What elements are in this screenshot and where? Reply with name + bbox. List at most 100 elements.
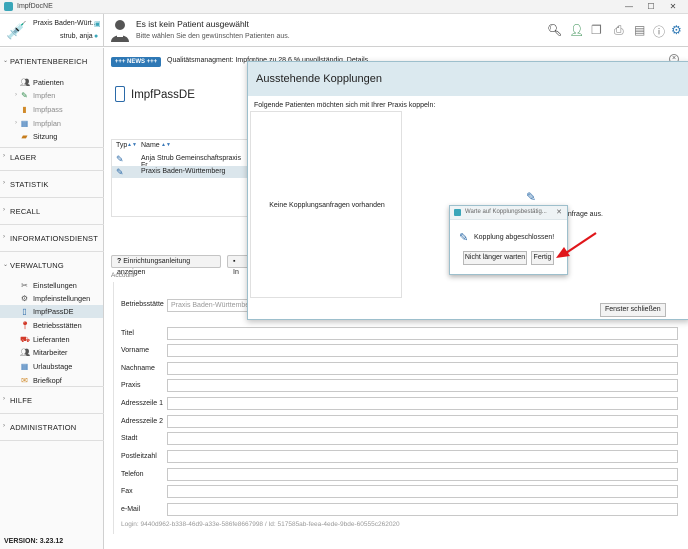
titel-field[interactable] <box>167 327 678 340</box>
sidebar-item-label: Urlaubstage <box>33 362 73 371</box>
stadt-field[interactable] <box>167 432 678 445</box>
patient-subtitle: Bitte wählen Sie den gewünschten Patient… <box>136 33 290 40</box>
sidebar-item-impfpassde[interactable]: ▯ ImpfPassDE <box>0 305 103 318</box>
help-icon: ? <box>117 258 122 265</box>
done-button[interactable]: Fertig <box>531 251 554 265</box>
sidebar-item-lieferanten[interactable]: ⛟ Lieferanten <box>20 333 104 346</box>
maximize-icon[interactable]: ☐ <box>640 0 662 14</box>
adresszeile2-field[interactable] <box>167 415 678 428</box>
sidebar-item-urlaubstage[interactable]: ▦ Urlaubstage <box>20 360 104 373</box>
sidebar-item-mitarbeiter[interactable]: 👥︎ Mitarbeiter <box>20 346 104 359</box>
sort-icon[interactable]: ▲▼ <box>161 142 171 148</box>
fax-field[interactable] <box>167 485 678 498</box>
sidebar-item-impfeinstellungen[interactable]: ⚙ Impfeinstellungen <box>20 292 104 305</box>
dialog-title: Ausstehende Kopplungen <box>256 73 382 85</box>
sidebar-item-label: Sitzung <box>33 132 58 141</box>
vorname-label: Vorname <box>121 347 150 354</box>
sidebar-item-label: Impfeinstellungen <box>33 294 91 303</box>
dialog-subtitle: Folgende Patienten möchten sich mit Ihre… <box>254 102 436 109</box>
pairing-message: Kopplung abgeschlossen! <box>474 234 555 241</box>
copy-icon[interactable]: ❐ <box>591 23 602 37</box>
sidebar-item-sitzung[interactable]: ▰ Sitzung <box>20 130 104 143</box>
fax-label: Fax <box>121 488 133 495</box>
section-recall[interactable]: › RECALL <box>0 198 104 225</box>
stop-waiting-button[interactable]: Nicht länger warten <box>463 251 527 265</box>
close-icon[interactable]: ✕ <box>556 208 562 216</box>
nachname-field[interactable] <box>167 362 678 375</box>
praxis-selector[interactable]: 💉 Praxis Baden-Würt... ▣ strub, anja ● <box>0 14 104 47</box>
column-header-name[interactable]: Name <box>141 142 160 149</box>
row-label: Praxis Baden-Württemberg <box>141 168 226 175</box>
table-row[interactable]: ✎ Praxis Baden-Württemberg <box>112 166 250 178</box>
sidebar-item-label: Impfplan <box>33 119 61 128</box>
table-row[interactable]: ✎ Anja Strub Gemeinschaftspraxis Fr... <box>112 153 250 169</box>
mini-dialog-header: Warte auf Kopplungsbestätig... ✕ <box>450 206 567 220</box>
vorname-field[interactable] <box>167 344 678 357</box>
news-badge: +++ NEWS +++ <box>111 57 161 67</box>
account-label: Account <box>111 272 135 279</box>
chevron-down-icon: ⌄ <box>3 58 9 64</box>
sidebar-item-impfen[interactable]: ✎ Impfen <box>20 89 104 102</box>
chevron-right-icon: › <box>3 423 5 429</box>
section-label: RECALL <box>10 207 41 216</box>
sidebar-item-label: Betriebsstätten <box>33 321 82 330</box>
calendar-icon: ▦ <box>20 362 29 371</box>
sidebar: ⌄ PATIENTENBEREICH 👥︎ Patienten › ✎ Impf… <box>0 48 104 549</box>
chevron-right-icon[interactable]: › <box>15 120 17 126</box>
praxis-label: Praxis <box>121 382 141 389</box>
secondary-button[interactable]: ▪ In <box>227 255 249 276</box>
vaccine-icon: ✎ <box>21 91 28 100</box>
column-header-typ[interactable]: Typ <box>116 142 127 149</box>
app-icon <box>454 209 461 216</box>
section-administration[interactable]: › ADMINISTRATION <box>0 414 104 441</box>
section-statistik[interactable]: › STATISTIK <box>0 171 104 198</box>
sidebar-item-impfpass[interactable]: ▮ Impfpass <box>20 103 104 116</box>
location-pin-icon: 📍︎ <box>20 321 31 330</box>
sidebar-item-label: Patienten <box>33 78 64 87</box>
sort-icon[interactable]: ▲▼ <box>127 142 137 148</box>
chevron-right-icon: › <box>3 396 5 402</box>
telefon-field[interactable] <box>167 468 678 481</box>
section-hilfe[interactable]: › HILFE <box>0 387 104 414</box>
sidebar-item-briefkopf[interactable]: ✉ Briefkopf <box>20 374 104 387</box>
pairing-request-list[interactable]: Keine Kopplungsanfragen vorhanden <box>250 111 402 298</box>
close-dialog-button[interactable]: Fenster schließen <box>600 303 666 317</box>
sidebar-item-betriebsstaetten[interactable]: 📍︎ Betriebsstätten <box>20 319 104 332</box>
sidebar-item-label: Einstellungen <box>33 281 77 290</box>
syringe-icon: 💉 <box>6 21 28 40</box>
sidebar-item-patienten[interactable]: 👥︎ Patienten <box>20 76 104 89</box>
sidebar-item-label: Mitarbeiter <box>33 348 68 357</box>
chevron-right-icon[interactable]: › <box>15 92 17 98</box>
chevron-right-icon: › <box>3 153 5 159</box>
minimize-icon[interactable]: — <box>618 0 640 14</box>
passbook-icon: ▮ <box>22 105 27 114</box>
building-icon: ▣ <box>94 21 101 28</box>
pending-pairings-dialog: Ausstehende Kopplungen Folgende Patiente… <box>247 61 688 320</box>
postleitzahl-field[interactable] <box>167 450 678 463</box>
stadt-label: Stadt <box>121 435 138 442</box>
sidebar-item-impfplan[interactable]: ▦ Impfplan <box>20 117 104 130</box>
betriebsstaette-select[interactable]: Praxis Baden-Württemberg <box>167 299 249 312</box>
syringe-icon: ✎ <box>526 190 537 204</box>
section-label: ADMINISTRATION <box>10 423 77 432</box>
document-icon[interactable]: ▤ <box>634 23 645 37</box>
sidebar-item-einstellungen[interactable]: ✂ Einstellungen <box>20 279 104 292</box>
print-icon[interactable]: ⎙ <box>614 23 624 38</box>
email-field[interactable] <box>167 503 678 516</box>
praxis-field[interactable] <box>167 379 678 392</box>
search-icon[interactable]: 🔍︎ <box>547 23 562 37</box>
anleitung-button[interactable]: ? Einrichtungsanleitung anzeigen <box>111 255 221 276</box>
info-icon[interactable]: ⓘ <box>653 23 665 40</box>
titel-label: Titel <box>121 330 134 337</box>
adresszeile1-field[interactable] <box>167 397 678 410</box>
patient-title: Es ist kein Patient ausgewählt <box>136 19 249 29</box>
close-window-icon[interactable]: ✕ <box>662 0 684 14</box>
chevron-down-icon: ⌄ <box>3 262 9 268</box>
section-lager[interactable]: › LAGER <box>0 144 104 171</box>
add-patient-icon[interactable]: 👤︎ <box>569 23 584 37</box>
section-label: VERWALTUNG <box>10 261 64 270</box>
empty-list-text: Keine Kopplungsanfragen vorhanden <box>269 202 385 209</box>
section-informationsdienst[interactable]: › INFORMATIONSDIENST <box>0 225 104 252</box>
gear-icon[interactable]: ⚙ <box>671 23 682 37</box>
truck-icon: ⛟ <box>20 335 31 344</box>
